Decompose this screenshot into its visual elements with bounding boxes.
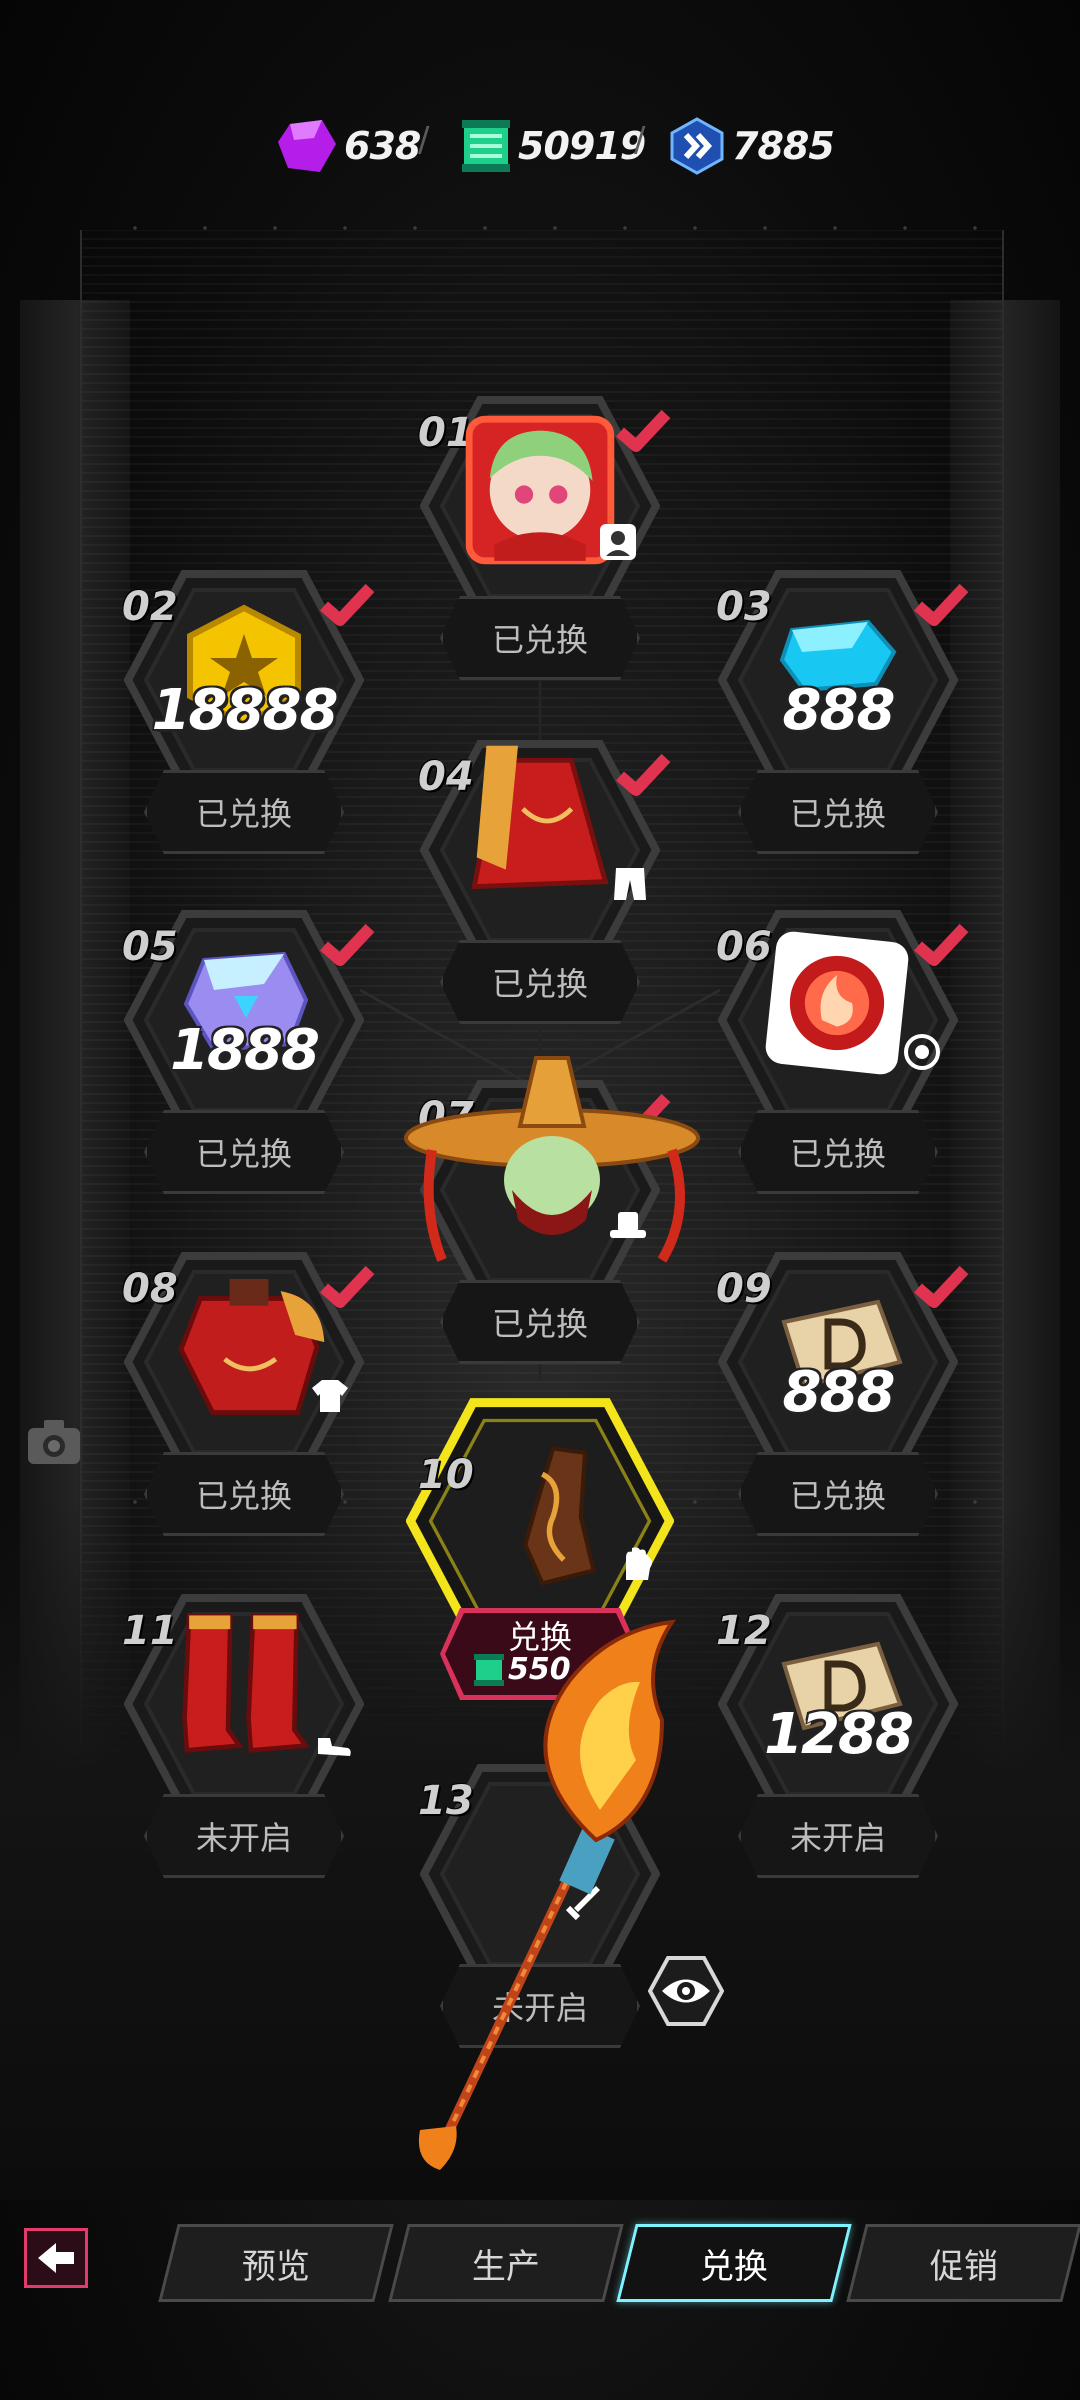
tab-label: 预览 <box>242 2246 310 2287</box>
reward-amount: 18888 <box>151 678 339 743</box>
straw-hat-icon <box>404 1056 700 1263</box>
redeem-button-label: 已兑换 <box>789 1135 886 1173</box>
character-avatar-icon <box>465 415 615 565</box>
locked-button[interactable]: 未开启 <box>144 1794 344 1878</box>
locked-button-label: 未开启 <box>195 1819 292 1857</box>
red-boots-icon <box>182 1613 310 1753</box>
reward-slot-03[interactable]: 03 888 已兑换 <box>698 560 978 860</box>
redeemed-check-icon <box>320 583 375 626</box>
slot-number: 10 <box>418 1452 474 1498</box>
slot-number: 02 <box>122 584 178 630</box>
reward-slot-08[interactable]: 08 已兑换 <box>104 1242 384 1542</box>
shirt-type-icon <box>312 1380 348 1412</box>
redeem-button-label: 已兑换 <box>195 795 292 833</box>
redeem-button[interactable]: 已兑换 <box>440 596 640 680</box>
redeem-button-label: 已兑换 <box>789 1477 886 1515</box>
tab-exchange[interactable]: 兑换 <box>616 2224 852 2302</box>
green-scroll-icon <box>462 120 510 172</box>
slot-number: 03 <box>716 584 772 630</box>
redeemed-check-icon <box>616 753 671 796</box>
redeemed-check-icon <box>914 923 969 966</box>
redeem-button-label: 已兑换 <box>491 965 588 1003</box>
bottom-tab-bar: 预览 生产 兑换 促销 <box>0 2210 1080 2310</box>
locked-button-label: 未开启 <box>789 1819 886 1857</box>
reward-amount: 888 <box>782 678 896 743</box>
reward-amount: 888 <box>782 1360 896 1425</box>
reward-slot-12[interactable]: 12 1288 未开启 <box>698 1584 978 1884</box>
reward-slot-02[interactable]: 02 18888 已兑换 <box>104 560 384 860</box>
redeemed-check-icon <box>914 1265 969 1308</box>
target-type-icon <box>904 1034 940 1070</box>
currency-scrolls: 50919 <box>460 118 646 174</box>
reward-slot-04[interactable]: 04 已兑换 <box>400 730 680 1030</box>
red-top-icon <box>178 1279 325 1415</box>
fire-emblem-icon <box>765 931 909 1075</box>
camera-icon[interactable] <box>26 1418 82 1468</box>
flame-spear-icon <box>418 1619 677 2170</box>
redeem-button-label: 已兑换 <box>491 621 588 659</box>
tab-label: 生产 <box>472 2246 540 2287</box>
currency-gems-value: 638 <box>344 124 421 168</box>
redeem-button[interactable]: 已兑换 <box>144 1110 344 1194</box>
reward-slot-01[interactable]: 01 已兑换 <box>400 386 680 686</box>
locked-button[interactable]: 未开启 <box>738 1794 938 1878</box>
redeem-button[interactable]: 已兑换 <box>440 940 640 1024</box>
reward-slot-09[interactable]: 09 888 已兑换 <box>698 1242 978 1542</box>
pants-type-icon <box>614 868 646 900</box>
shoe-type-icon <box>318 1738 351 1756</box>
currency-badges-value: 7885 <box>732 124 835 168</box>
redeem-button[interactable]: 已兑换 <box>144 1452 344 1536</box>
currency-separator: / <box>418 120 430 160</box>
currency-gems: 638 <box>276 118 421 174</box>
currency-separator: / <box>634 120 646 160</box>
tab-promotion[interactable]: 促销 <box>846 2224 1080 2302</box>
redeemed-check-icon <box>914 583 969 626</box>
tab-label: 兑换 <box>700 2246 768 2287</box>
preview-eye-icon[interactable] <box>648 1956 724 2026</box>
tab-label: 促销 <box>930 2246 998 2287</box>
redeem-button-label: 已兑换 <box>789 795 886 833</box>
redeem-button-label: 已兑换 <box>195 1477 292 1515</box>
avatar-type-icon <box>600 524 636 560</box>
tab-preview[interactable]: 预览 <box>158 2224 394 2302</box>
reward-slot-06[interactable]: 06 已兑换 <box>698 900 978 1200</box>
slot-number: 12 <box>716 1608 772 1654</box>
reward-slot-11[interactable]: 11 未开启 <box>104 1584 384 1884</box>
redeem-button[interactable]: 已兑换 <box>738 1452 938 1536</box>
redeem-button[interactable]: 已兑换 <box>738 1110 938 1194</box>
redeem-button-label: 已兑换 <box>491 1305 588 1343</box>
redeemed-check-icon <box>320 1265 375 1308</box>
red-skirt-icon <box>471 745 609 890</box>
reward-amount: 1288 <box>764 1702 914 1767</box>
redeemed-check-icon <box>320 923 375 966</box>
redeem-button[interactable]: 已兑换 <box>144 770 344 854</box>
brown-glove-icon <box>522 1446 597 1586</box>
purple-crystal-icon <box>278 120 336 172</box>
tab-production[interactable]: 生产 <box>388 2224 624 2302</box>
currency-badges: 7885 <box>668 117 835 175</box>
glove-type-icon <box>626 1547 652 1580</box>
slot-number: 09 <box>716 1266 772 1312</box>
redeem-button[interactable]: 已兑换 <box>440 1280 640 1364</box>
reward-slot-05[interactable]: 05 1888 已兑换 <box>104 900 384 1200</box>
redeemed-check-icon <box>616 409 671 452</box>
reward-amount: 1888 <box>170 1018 320 1083</box>
redeem-button-label: 已兑换 <box>195 1135 292 1173</box>
redeem-button[interactable]: 已兑换 <box>738 770 938 854</box>
slot-number: 05 <box>122 924 178 970</box>
blue-arrow-badge-icon <box>670 117 724 175</box>
currency-scrolls-value: 50919 <box>518 124 646 168</box>
